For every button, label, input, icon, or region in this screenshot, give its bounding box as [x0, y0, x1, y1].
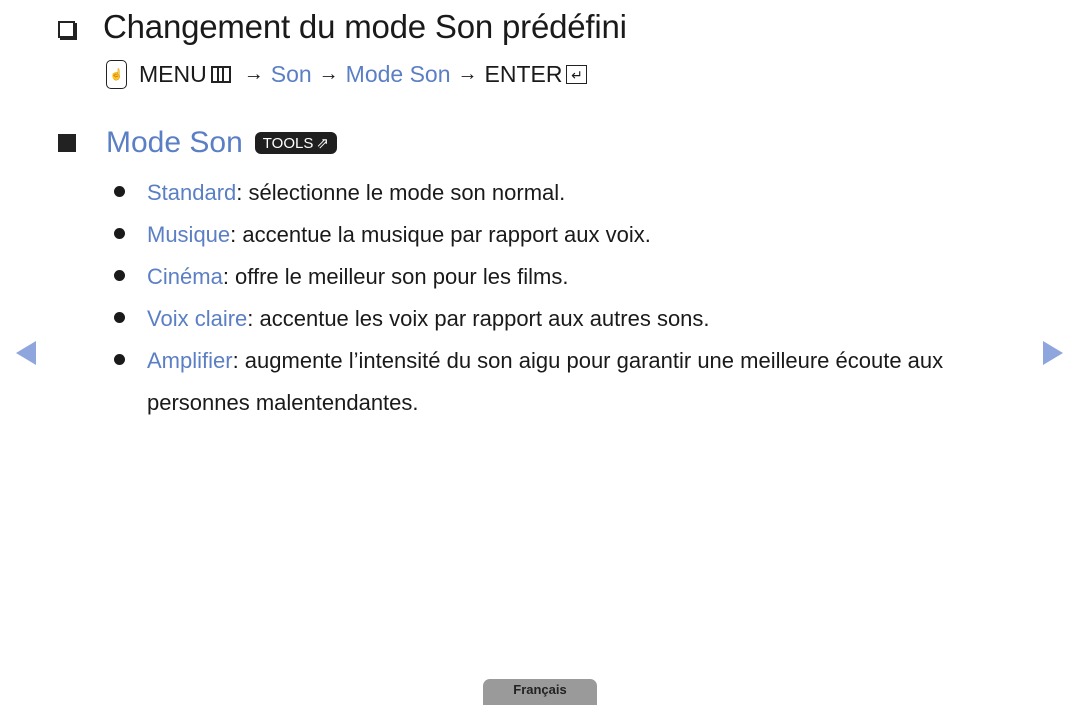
next-page-arrow-icon[interactable] — [1043, 341, 1063, 365]
menu-label: MENU — [139, 61, 207, 87]
list-item-term[interactable]: Voix claire — [147, 306, 247, 331]
remote-hand-icon: ☝ — [106, 60, 127, 89]
section-title: Mode Son — [106, 126, 243, 159]
mode-list: Standard: sélectionne le mode son normal… — [112, 172, 1032, 424]
list-item-text: : sélectionne le mode son normal. — [236, 180, 566, 205]
section-header: Mode Son TOOLS ⇗ — [58, 126, 337, 160]
list-item-term[interactable]: Cinéma — [147, 264, 223, 289]
list-item: Amplifier: augmente l’intensité du son a… — [112, 340, 1032, 424]
list-item-term[interactable]: Standard — [147, 180, 236, 205]
list-item-text: : accentue la musique par rapport aux vo… — [230, 222, 651, 247]
title-row: Changement du mode Son prédéfini — [58, 8, 627, 46]
path-step-son[interactable]: Son — [271, 61, 312, 88]
language-tab[interactable]: Français — [483, 679, 597, 705]
list-item: Voix claire: accentue les voix par rappo… — [112, 298, 1032, 340]
tools-badge: TOOLS ⇗ — [254, 132, 337, 154]
bullet-dot-icon — [114, 186, 125, 197]
menu-path: ☝ MENU → Son → Mode Son → ENTER ↵ — [106, 60, 588, 89]
previous-page-arrow-icon[interactable] — [16, 341, 36, 365]
arrow-icon: → — [318, 63, 339, 85]
page-title: Changement du mode Son prédéfini — [103, 8, 627, 45]
list-item-term[interactable]: Amplifier — [147, 348, 233, 373]
bullet-dot-icon — [114, 354, 125, 365]
list-item: Standard: sélectionne le mode son normal… — [112, 172, 1032, 214]
list-item-text: : accentue les voix par rapport aux autr… — [247, 306, 710, 331]
enter-label: ENTER — [484, 61, 563, 87]
bullet-dot-icon — [114, 228, 125, 239]
arrow-icon: → — [243, 63, 264, 85]
bullet-dot-icon — [114, 270, 125, 281]
list-item-text: : offre le meilleur son pour les films. — [222, 264, 569, 289]
enter-icon: ↵ — [566, 65, 588, 84]
tools-label: TOOLS — [262, 134, 314, 152]
list-item-term[interactable]: Musique — [147, 222, 230, 247]
tools-icon: ⇗ — [316, 135, 329, 152]
list-item: Musique: accentue la musique par rapport… — [112, 214, 1032, 256]
square-bullet-icon — [58, 134, 76, 152]
menu-grid-icon — [210, 66, 231, 83]
list-item: Cinéma: offre le meilleur son pour les f… — [112, 256, 1032, 298]
arrow-icon: → — [457, 63, 478, 85]
path-step-mode-son[interactable]: Mode Son — [346, 61, 451, 88]
bullet-dot-icon — [114, 312, 125, 323]
checkbox-icon — [58, 20, 75, 38]
list-item-text: : augmente l’intensité du son aigu pour … — [147, 348, 944, 415]
